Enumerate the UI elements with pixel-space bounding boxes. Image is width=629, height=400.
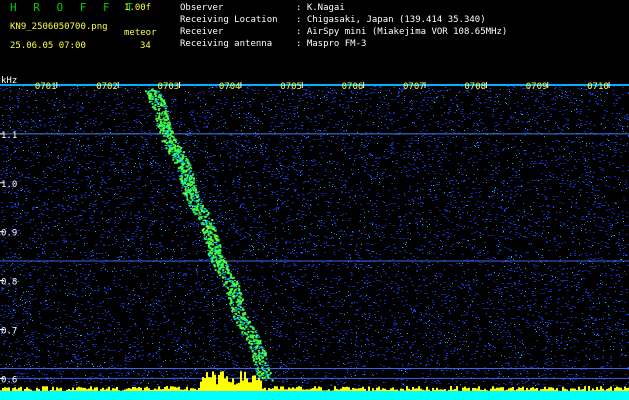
file-name: KN9_2506050700.png bbox=[10, 22, 108, 32]
info-label-antenna: Receiving antenna bbox=[180, 39, 273, 49]
info-label-receiver: Receiver bbox=[180, 27, 224, 37]
info-label-observer: Observer bbox=[180, 3, 224, 13]
y-tick-label: 0.7 bbox=[1, 326, 17, 336]
plot-background bbox=[0, 73, 629, 400]
y-tick-label: 0.8 bbox=[1, 278, 17, 288]
time-label: 0709 bbox=[526, 82, 548, 92]
version-label: 1.00f bbox=[124, 3, 152, 13]
y-tick-label: 0.6 bbox=[1, 375, 17, 385]
hrofft-window: H R O F F T 1.00f KN9_2506050700.png met… bbox=[0, 0, 629, 400]
time-label: 0708 bbox=[464, 82, 486, 92]
spectrogram-plot: 0701 0702 0703 0704 0705 0706 0707 0708 0709 0710… bbox=[0, 73, 629, 400]
meteor-label: meteor bbox=[124, 28, 157, 38]
info-value-antenna: : Maspro FM-3 bbox=[296, 39, 367, 49]
time-label: 0702 bbox=[96, 82, 118, 92]
y-unit-label: kHz bbox=[1, 76, 17, 86]
time-label: 0703 bbox=[158, 82, 180, 92]
y-tick-label: 1.0 bbox=[1, 180, 17, 190]
app-name: H R O F F T bbox=[10, 1, 138, 14]
time-label: 0701 bbox=[35, 82, 57, 92]
bottom-cyan-band bbox=[0, 391, 629, 400]
time-label: 0705 bbox=[280, 82, 302, 92]
datetime: 25.06.05 07:00 bbox=[10, 41, 86, 51]
info-value-receiver: : AirSpy mini (Miakejima VOR 108.65MHz) bbox=[296, 27, 508, 37]
time-label: 0710 bbox=[587, 82, 609, 92]
time-label: 0706 bbox=[342, 82, 364, 92]
time-label: 0704 bbox=[219, 82, 241, 92]
y-tick-label: 0.9 bbox=[1, 229, 17, 239]
info-label-location: Receiving Location bbox=[180, 15, 278, 25]
meteor-count: 34 bbox=[140, 41, 151, 51]
info-value-observer: : K.Nagai bbox=[296, 3, 345, 13]
info-value-location: : Chigasaki, Japan (139.414 35.340) bbox=[296, 15, 486, 25]
y-tick-label: 1.1 bbox=[1, 131, 17, 141]
time-label: 0707 bbox=[403, 82, 425, 92]
